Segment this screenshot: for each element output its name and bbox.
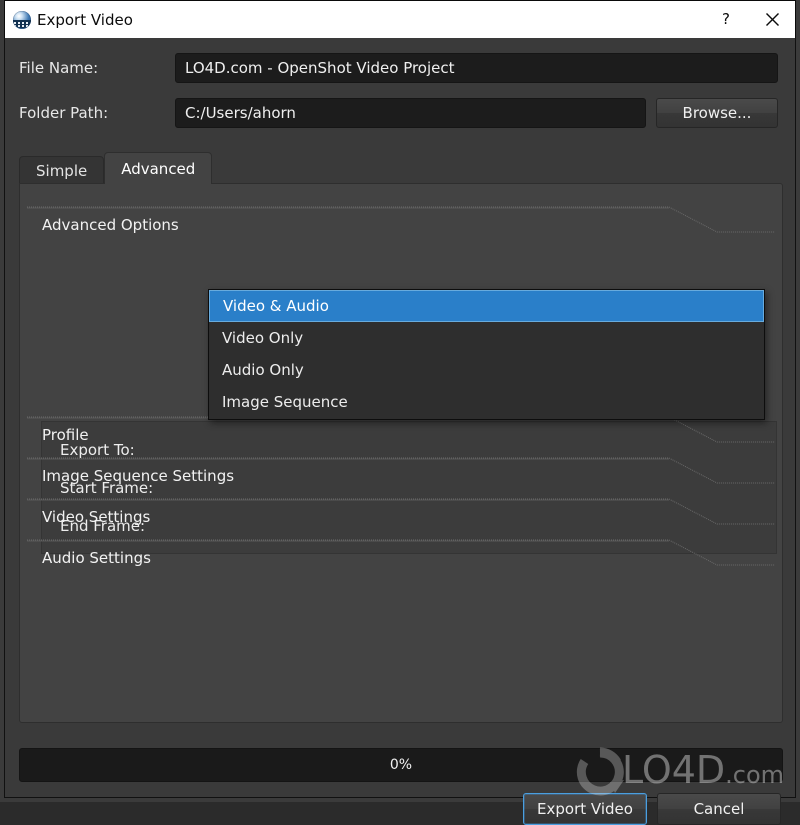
- folder-path-label: Folder Path:: [19, 104, 109, 122]
- section-image-sequence-settings-title: Image Sequence Settings: [42, 467, 235, 485]
- file-name-label: File Name:: [19, 59, 99, 77]
- tab-simple[interactable]: Simple: [19, 156, 105, 184]
- title-bar-buttons: ?: [703, 1, 795, 38]
- section-video-settings[interactable]: Video Settings: [27, 498, 775, 538]
- openshot-logo-icon: [13, 10, 31, 29]
- progress-label: 0%: [389, 757, 413, 773]
- section-image-sequence-settings[interactable]: Image Sequence Settings: [27, 457, 775, 497]
- section-advanced-options[interactable]: Advanced Options: [27, 206, 775, 246]
- dialog-body: File Name: Folder Path: Browse... Simple…: [4, 38, 796, 825]
- advanced-tab-panel: Advanced Options Export To: Start Frame:…: [19, 183, 783, 723]
- section-profile[interactable]: Profile: [27, 416, 775, 456]
- dropdown-option-audio-only[interactable]: Audio Only: [209, 354, 764, 386]
- section-divider-icon: [27, 416, 775, 443]
- dropdown-option-image-sequence[interactable]: Image Sequence: [209, 386, 764, 418]
- tab-advanced[interactable]: Advanced: [104, 152, 213, 184]
- cancel-button[interactable]: Cancel: [657, 793, 781, 825]
- close-icon[interactable]: [749, 1, 795, 38]
- section-audio-settings[interactable]: Audio Settings: [27, 539, 775, 579]
- tab-bar: Simple Advanced: [19, 152, 213, 184]
- folder-path-input[interactable]: [175, 98, 646, 128]
- window-title: Export Video: [37, 10, 133, 29]
- file-name-input[interactable]: [175, 53, 778, 83]
- dropdown-option-video-audio[interactable]: Video & Audio: [209, 290, 764, 322]
- dialog-button-row: Export Video Cancel: [523, 793, 781, 825]
- folder-path-row: Folder Path: Browse...: [5, 98, 795, 128]
- section-profile-title: Profile: [42, 426, 89, 444]
- export-video-button[interactable]: Export Video: [523, 793, 647, 825]
- dropdown-option-video-only[interactable]: Video Only: [209, 322, 764, 354]
- file-name-row: File Name:: [5, 53, 795, 83]
- export-progress-bar: 0%: [19, 748, 783, 782]
- export-video-dialog: Export Video ? File Name: Folder Path: B…: [0, 0, 800, 825]
- title-bar-left: Export Video: [5, 10, 703, 29]
- section-advanced-options-title: Advanced Options: [42, 216, 179, 234]
- export-to-dropdown-list[interactable]: Video & Audio Video Only Audio Only Imag…: [208, 289, 765, 420]
- section-video-settings-title: Video Settings: [42, 508, 151, 526]
- title-bar: Export Video ?: [4, 0, 796, 38]
- section-audio-settings-title: Audio Settings: [42, 549, 151, 567]
- browse-button[interactable]: Browse...: [656, 98, 778, 128]
- help-icon[interactable]: ?: [703, 1, 749, 38]
